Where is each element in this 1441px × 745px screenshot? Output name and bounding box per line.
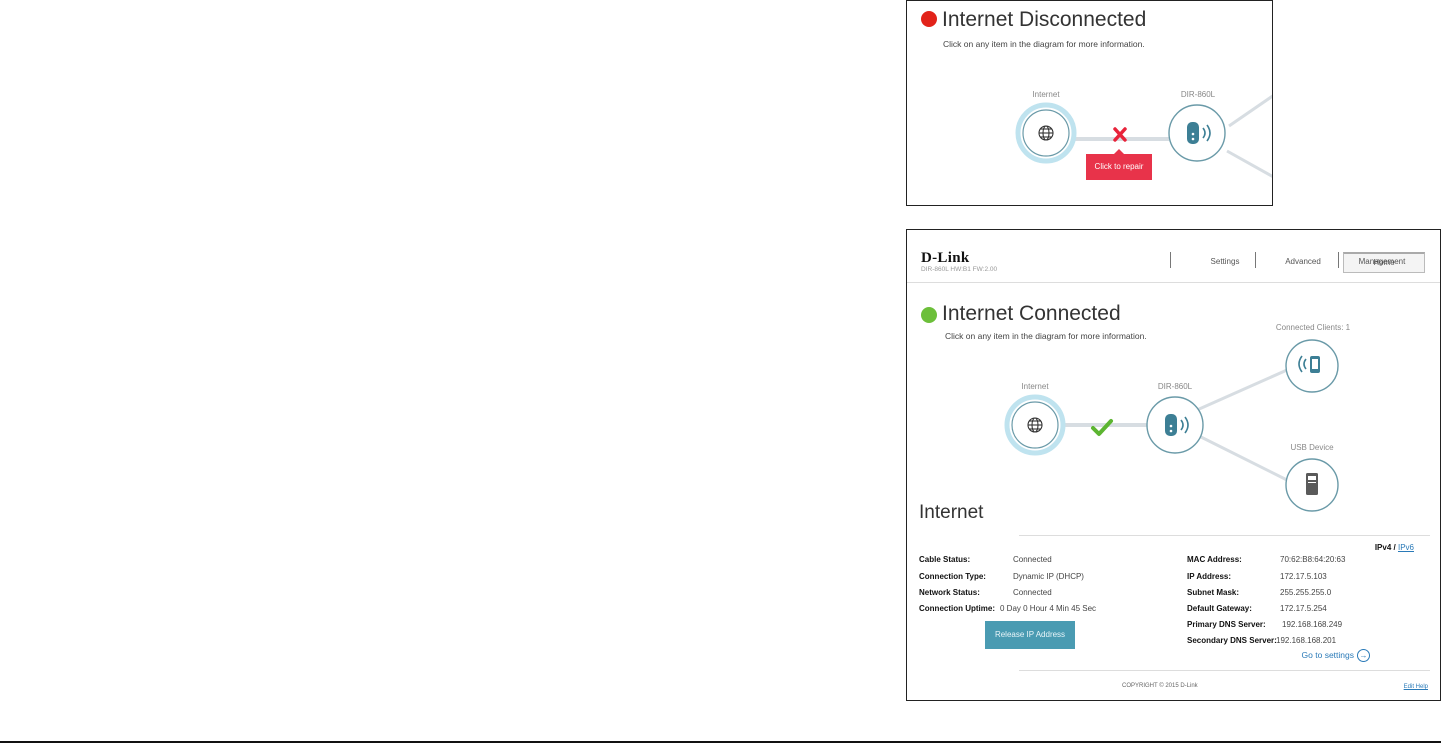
connection-line-usb bbox=[1226, 149, 1272, 178]
internet-node-label: Internet bbox=[1021, 382, 1049, 391]
connected-check-icon bbox=[1091, 419, 1113, 436]
click-to-repair-button[interactable]: Click to repair bbox=[1086, 149, 1152, 180]
connection-line-usb bbox=[1196, 433, 1288, 482]
connection-line-clients bbox=[1228, 94, 1272, 128]
mac-address-value: 70:62:B8:64:20:63 bbox=[1280, 555, 1346, 564]
secondary-dns-label: Secondary DNS Server: bbox=[1187, 636, 1277, 645]
connection-type-value: Dynamic IP (DHCP) bbox=[1013, 572, 1084, 581]
router-node-label: DIR-860L bbox=[1180, 90, 1216, 99]
copyright-text: COPYRIGHT © 2015 D-Link bbox=[1122, 683, 1198, 689]
ip-address-value: 172.17.5.103 bbox=[1280, 572, 1327, 581]
release-ip-address-button[interactable]: Release IP Address bbox=[985, 621, 1075, 649]
usb-device-node[interactable] bbox=[1285, 458, 1339, 512]
ip-address-label: IP Address: bbox=[1187, 572, 1232, 581]
ip-version-switch: IPv4 / IPv6 bbox=[1375, 543, 1414, 552]
primary-dns-value: 192.168.168.249 bbox=[1282, 620, 1343, 629]
cable-status-value: Connected bbox=[1013, 555, 1052, 564]
connected-clients-label: Connected Clients: 1 bbox=[1275, 323, 1351, 332]
network-status-value: Connected bbox=[1013, 588, 1052, 597]
go-to-settings-link[interactable]: Go to settings bbox=[1302, 650, 1354, 660]
subnet-mask-value: 255.255.255.0 bbox=[1280, 588, 1332, 597]
connection-type-label: Connection Type: bbox=[919, 572, 986, 581]
footer-divider bbox=[1019, 670, 1430, 671]
connection-uptime-label: Connection Uptime: bbox=[919, 604, 995, 613]
section-title: Internet bbox=[919, 502, 984, 523]
router-node[interactable] bbox=[1168, 104, 1226, 162]
usb-device-label: USB Device bbox=[1290, 443, 1334, 452]
edit-help-link[interactable]: Edit Help bbox=[1404, 684, 1428, 690]
internet-node[interactable] bbox=[1015, 102, 1077, 164]
mac-address-label: MAC Address: bbox=[1187, 555, 1242, 564]
network-diagram bbox=[1004, 339, 1339, 512]
default-gateway-value: 172.17.5.254 bbox=[1280, 604, 1327, 613]
ip-version-separator: / bbox=[1393, 543, 1396, 552]
router-node-label: DIR-860L bbox=[1157, 382, 1193, 391]
ipv4-label: IPv4 bbox=[1374, 543, 1392, 552]
page-bottom-rule bbox=[0, 741, 1441, 743]
connection-line-clients bbox=[1196, 368, 1288, 412]
usb-drive-icon bbox=[1306, 473, 1318, 495]
router-node[interactable] bbox=[1146, 396, 1204, 454]
default-gateway-label: Default Gateway: bbox=[1187, 604, 1252, 613]
primary-dns-label: Primary DNS Server: bbox=[1187, 620, 1266, 629]
connected-clients-node[interactable] bbox=[1285, 339, 1339, 393]
network-status-label: Network Status: bbox=[919, 588, 980, 597]
cable-status-label: Cable Status: bbox=[919, 555, 971, 564]
internet-disconnected-panel: Internet Disconnected Click on any item … bbox=[906, 0, 1273, 206]
connection-uptime-value: 0 Day 0 Hour 4 Min 45 Sec bbox=[1000, 604, 1097, 613]
arrow-right-circle-icon[interactable]: → bbox=[1357, 649, 1370, 662]
internet-node-label: Internet bbox=[1032, 90, 1060, 99]
subnet-mask-label: Subnet Mask: bbox=[1187, 588, 1240, 597]
secondary-dns-value: 192.168.168.201 bbox=[1276, 636, 1337, 645]
section-divider bbox=[1019, 535, 1430, 536]
internet-connected-panel: D-Link DIR-860L HW:B1 FW:2.00 Home Setti… bbox=[906, 229, 1441, 701]
ipv6-link[interactable]: IPv6 bbox=[1398, 543, 1414, 552]
internet-node[interactable] bbox=[1004, 394, 1066, 456]
